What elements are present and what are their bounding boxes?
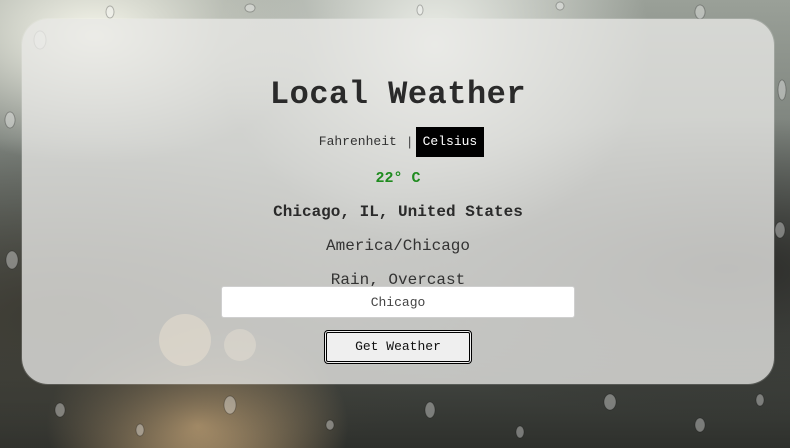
fahrenheit-button[interactable]: Fahrenheit — [312, 127, 404, 157]
page-title: Local Weather — [269, 76, 527, 113]
temperature-value: 22° C — [375, 170, 421, 187]
city-input[interactable] — [221, 286, 575, 318]
timezone-label: America/Chicago — [325, 237, 471, 255]
location-name: Chicago, IL, United States — [273, 203, 523, 221]
unit-separator: | — [405, 134, 414, 150]
celsius-button[interactable]: Celsius — [415, 127, 485, 157]
get-weather-button-label: Get Weather — [355, 339, 441, 354]
get-weather-button[interactable]: Get Weather — [324, 330, 472, 364]
unit-toggle: Fahrenheit | Celsius — [22, 127, 774, 157]
